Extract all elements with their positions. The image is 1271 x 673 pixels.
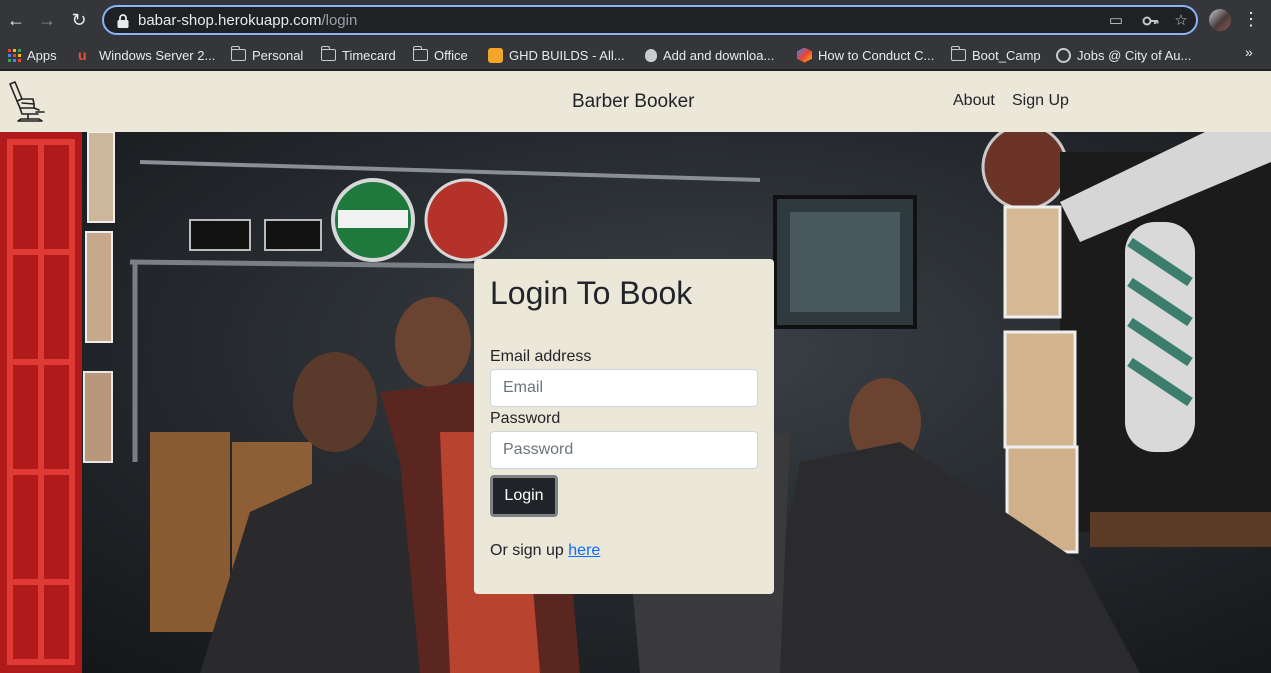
email-input[interactable] — [490, 369, 758, 407]
bookmark-office[interactable]: Office — [412, 44, 468, 66]
login-button[interactable]: Login — [490, 475, 558, 517]
email-label: Email address — [490, 348, 592, 365]
key-icon[interactable] — [1142, 12, 1160, 30]
bookmark-apps[interactable]: Apps — [8, 44, 57, 66]
password-label: Password — [490, 410, 561, 427]
bookmark-label: Windows Server 2... — [99, 47, 216, 63]
signup-prompt: Or sign up here — [490, 542, 600, 560]
bookmark-label: Office — [434, 47, 468, 63]
nav-about-link[interactable]: About — [953, 92, 995, 110]
reload-icon[interactable]: ↻ — [67, 8, 91, 32]
folder-icon — [950, 46, 966, 61]
bookmark-ghd-builds[interactable]: GHD BUILDS - All... — [488, 44, 625, 66]
cast-icon[interactable]: ▭ — [1107, 12, 1125, 30]
windows-server-icon: u — [78, 46, 87, 63]
signup-prefix: Or sign up — [490, 542, 569, 559]
star-icon[interactable]: ☆ — [1172, 12, 1190, 30]
bookmark-label: Personal — [252, 47, 304, 63]
bookmark-boot-camp[interactable]: Boot_Camp — [950, 44, 1041, 66]
folder-icon — [230, 46, 246, 61]
bookmark-label: Add and downloa... — [663, 47, 775, 63]
forward-arrow-icon[interactable]: → — [35, 8, 59, 32]
signup-here-link[interactable]: here — [568, 542, 600, 559]
back-arrow-icon[interactable]: ← — [4, 8, 28, 32]
lock-icon — [117, 14, 129, 28]
folder-icon — [320, 46, 336, 61]
bookmark-add-download[interactable]: Add and downloa... — [645, 44, 774, 66]
bookmark-label: How to Conduct C... — [818, 47, 935, 63]
site-navbar: Barber Booker About Sign Up — [0, 71, 1271, 132]
hero-background: Login To Book Email address Password Log… — [0, 132, 1271, 673]
bookmark-windows-server[interactable]: u Windows Server 2... — [78, 44, 215, 66]
bookmark-jobs[interactable]: Jobs @ City of Au... — [1056, 44, 1191, 66]
bookmark-label: Apps — [27, 47, 57, 63]
globe-icon — [1056, 47, 1071, 63]
site-brand[interactable]: Barber Booker — [572, 91, 695, 113]
bookmark-timecard[interactable]: Timecard — [320, 44, 396, 66]
bookmark-label: Timecard — [342, 47, 396, 63]
folder-icon — [412, 46, 428, 61]
url-text: babar-shop.herokuapp.com/login — [138, 12, 358, 29]
apple-icon — [645, 48, 657, 62]
bookmark-label: GHD BUILDS - All... — [509, 47, 625, 63]
apps-grid-icon — [8, 48, 21, 62]
page: Barber Booker About Sign Up Login To Boo… — [0, 71, 1271, 673]
bookmark-how-to-conduct[interactable]: How to Conduct C... — [797, 44, 934, 66]
nav-signup-link[interactable]: Sign Up — [1012, 92, 1069, 110]
profile-avatar[interactable] — [1209, 9, 1231, 31]
browser-toolbar: ← → ↻ babar-shop.herokuapp.com/login ▭ ☆… — [0, 0, 1271, 40]
password-input[interactable] — [490, 431, 758, 469]
login-title: Login To Book — [490, 275, 693, 311]
address-bar[interactable]: babar-shop.herokuapp.com/login ▭ ☆ — [102, 5, 1198, 35]
bookmark-label: Jobs @ City of Au... — [1077, 47, 1192, 63]
ghd-builds-icon — [488, 47, 503, 63]
bookmark-personal[interactable]: Personal — [230, 44, 304, 66]
barber-chair-icon[interactable] — [6, 79, 52, 125]
bookmarks-bar: Apps u Windows Server 2... Personal Time… — [0, 40, 1271, 70]
more-menu-icon[interactable]: ⋮ — [1242, 8, 1260, 32]
hexagon-icon — [797, 47, 812, 63]
bookmarks-overflow-icon[interactable]: » — [1245, 44, 1253, 60]
bookmark-label: Boot_Camp — [972, 47, 1041, 63]
login-card: Login To Book Email address Password Log… — [474, 259, 774, 594]
